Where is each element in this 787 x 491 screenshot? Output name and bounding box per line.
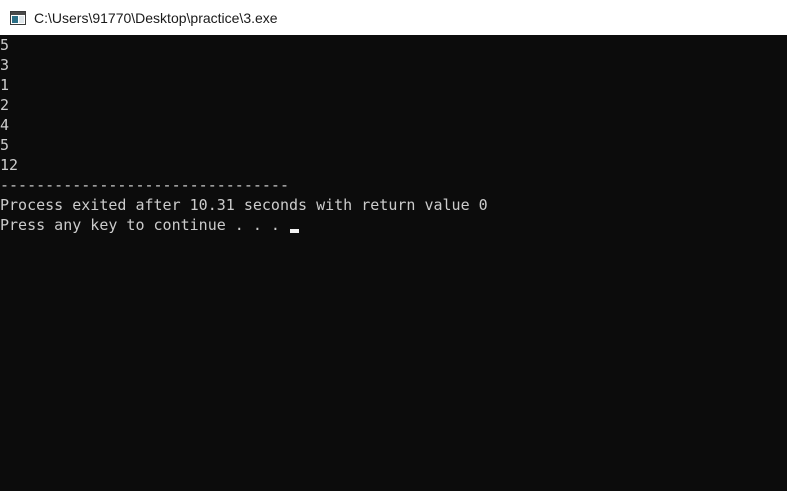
output-line: 2 [0,96,10,114]
separator-line: -------------------------------- [0,176,289,194]
output-line: 3 [0,56,10,74]
console-window-icon [10,10,26,25]
console-window: C:\Users\91770\Desktop\practice\3.exe 5 … [0,0,787,491]
title-bar[interactable]: C:\Users\91770\Desktop\practice\3.exe [0,0,787,35]
text-cursor [289,229,299,233]
console-output[interactable]: 5 3 1 2 4 5 12 -------------------------… [0,35,787,491]
output-line: 4 [0,116,10,134]
continue-prompt: Press any key to continue . . . [0,216,289,234]
output-line: 12 [0,156,19,174]
prompt-line: Press any key to continue . . . [0,215,787,235]
output-line: 1 [0,76,10,94]
process-exit-message: Process exited after 10.31 seconds with … [0,196,488,214]
output-line: 5 [0,136,10,154]
window-title: C:\Users\91770\Desktop\practice\3.exe [34,9,278,26]
output-line: 5 [0,36,10,54]
